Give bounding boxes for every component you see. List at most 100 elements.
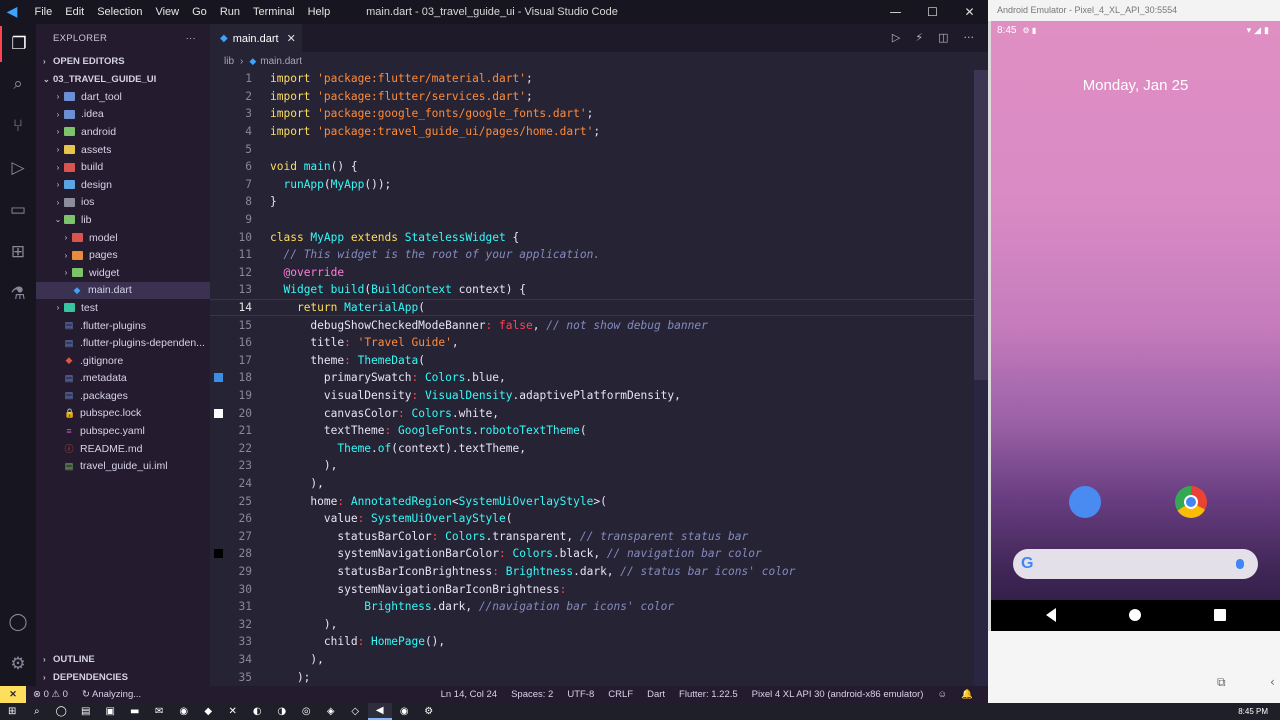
- code-line[interactable]: 15 debugShowCheckedModeBanner: false, //…: [210, 316, 974, 334]
- tree-item[interactable]: ▤ .metadata: [36, 370, 210, 388]
- home-icon[interactable]: [1129, 609, 1141, 621]
- open-editors-section[interactable]: › OPEN EDITORS: [36, 52, 210, 70]
- code-line[interactable]: 26 value: SystemUiOverlayStyle(: [210, 510, 974, 528]
- store-icon[interactable]: ▣: [98, 703, 123, 720]
- code-line[interactable]: 23 ),: [210, 457, 974, 475]
- cursor-position[interactable]: Ln 14, Col 24: [434, 689, 505, 700]
- flutter-version[interactable]: Flutter: 1.22.5: [672, 689, 745, 700]
- tree-item[interactable]: ⓘ README.md: [36, 440, 210, 458]
- windows-start-icon[interactable]: ⊞: [0, 703, 25, 720]
- code-line[interactable]: 16 title: 'Travel Guide',: [210, 334, 974, 352]
- code-line[interactable]: 34 ),: [210, 651, 974, 669]
- minimize-icon[interactable]: —: [877, 0, 914, 24]
- code-line[interactable]: 33 child: HomePage(),: [210, 633, 974, 651]
- extended-controls-icon[interactable]: ⧉: [1217, 675, 1233, 691]
- code-line[interactable]: 6 void main() {: [210, 158, 974, 176]
- indentation[interactable]: Spaces: 2: [504, 689, 560, 700]
- code-line[interactable]: 5: [210, 140, 974, 158]
- code-line[interactable]: 24 ),: [210, 475, 974, 493]
- code-line[interactable]: 7 runApp(MyApp());: [210, 176, 974, 194]
- gutter-marker[interactable]: [214, 373, 223, 383]
- breadcrumb-lib[interactable]: lib: [224, 56, 234, 67]
- problems-indicator[interactable]: ⊗ 0 ⚠ 0: [26, 689, 75, 700]
- code-line[interactable]: 19 visualDensity: VisualDensity.adaptive…: [210, 387, 974, 405]
- device-selector[interactable]: Pixel 4 XL API 30 (android-x86 emulator): [745, 689, 931, 700]
- close-icon[interactable]: ✕: [951, 0, 988, 24]
- code-line[interactable]: 13 Widget build(BuildContext context) {: [210, 281, 974, 299]
- scrollbar-thumb[interactable]: [974, 70, 988, 380]
- code-line[interactable]: 20 canvasColor: Colors.white,: [210, 404, 974, 422]
- back-icon[interactable]: [1046, 608, 1056, 622]
- menu-go[interactable]: Go: [186, 0, 214, 24]
- line-ending[interactable]: CRLF: [601, 689, 640, 700]
- code-line[interactable]: 4 import 'package:travel_guide_ui/pages/h…: [210, 123, 974, 141]
- code-line[interactable]: 28 systemNavigationBarColor: Colors.blac…: [210, 545, 974, 563]
- tree-item[interactable]: › model: [36, 229, 210, 247]
- chrome-app-icon[interactable]: [1175, 486, 1207, 518]
- code-line[interactable]: 32 ),: [210, 616, 974, 634]
- vscode-taskbar-icon[interactable]: ◀: [367, 703, 392, 720]
- menu-edit[interactable]: Edit: [59, 0, 91, 24]
- code-line[interactable]: 35 );: [210, 668, 974, 686]
- tree-item[interactable]: › ios: [36, 194, 210, 212]
- tree-item[interactable]: › pages: [36, 246, 210, 264]
- mail-icon[interactable]: ✉: [147, 703, 172, 720]
- tree-item[interactable]: › test: [36, 299, 210, 317]
- feedback-icon[interactable]: ☺: [930, 689, 954, 700]
- microphone-icon[interactable]: [1236, 559, 1244, 569]
- tree-item[interactable]: › dart_tool: [36, 88, 210, 106]
- search-icon[interactable]: ⌕: [25, 703, 50, 720]
- remote-indicator[interactable]: ✕: [0, 686, 26, 703]
- tree-item[interactable]: › widget: [36, 264, 210, 282]
- remote-explorer-icon[interactable]: ▭: [0, 192, 36, 228]
- tree-item[interactable]: › build: [36, 158, 210, 176]
- code-line[interactable]: 22 Theme.of(context).textTheme,: [210, 440, 974, 458]
- code-line[interactable]: 12 @override: [210, 264, 974, 282]
- breadcrumb-file[interactable]: main.dart: [260, 56, 302, 67]
- code-line[interactable]: 2 import 'package:flutter/services.dart';: [210, 88, 974, 106]
- more-actions-icon[interactable]: ···: [964, 31, 975, 44]
- code-line[interactable]: 21 textTheme: GoogleFonts.robotoTextThem…: [210, 422, 974, 440]
- tree-item[interactable]: › android: [36, 123, 210, 141]
- code-line[interactable]: 30 systemNavigationBarIconBrightness:: [210, 580, 974, 598]
- menu-run[interactable]: Run: [213, 0, 246, 24]
- explorer-icon[interactable]: ❐: [0, 26, 36, 62]
- google-search-bar[interactable]: G: [1013, 549, 1258, 579]
- app-icon[interactable]: ◑: [270, 703, 295, 720]
- phone-screen[interactable]: 8:45 ⚙ ▮ ▾◢▮ Monday, Jan 25 G: [991, 21, 1280, 631]
- code-line[interactable]: 1 import 'package:flutter/material.dart';: [210, 70, 974, 88]
- code-line[interactable]: 10 class MyApp extends StatelessWidget {: [210, 228, 974, 246]
- taskbar-clock[interactable]: 8:45 PM: [1238, 703, 1268, 720]
- code-line[interactable]: 11 // This widget is the root of your ap…: [210, 246, 974, 264]
- tab-main-dart[interactable]: ◆ main.dart ✕: [210, 24, 302, 52]
- tree-item[interactable]: › design: [36, 176, 210, 194]
- code-line[interactable]: 17 theme: ThemeData(: [210, 352, 974, 370]
- split-editor-icon[interactable]: ◫: [938, 31, 948, 44]
- menu-selection[interactable]: Selection: [91, 0, 149, 24]
- messages-app-icon[interactable]: [1069, 486, 1101, 518]
- task-view-icon[interactable]: ▤: [74, 703, 99, 720]
- tree-item[interactable]: ▤ .flutter-plugins-dependen...: [36, 334, 210, 352]
- file-explorer-icon[interactable]: ▬: [123, 703, 148, 720]
- code-line[interactable]: 9: [210, 211, 974, 229]
- tree-item[interactable]: › .idea: [36, 106, 210, 124]
- recents-icon[interactable]: [1214, 609, 1226, 621]
- android-studio-icon[interactable]: ◈: [319, 703, 344, 720]
- code-line[interactable]: 8}: [210, 193, 974, 211]
- maximize-icon[interactable]: ☐: [914, 0, 951, 24]
- testing-icon[interactable]: ⚗: [0, 276, 36, 312]
- menu-help[interactable]: Help: [301, 0, 337, 24]
- search-icon[interactable]: ⌕: [0, 66, 36, 102]
- extensions-icon[interactable]: ⊞: [0, 234, 36, 270]
- app-icon[interactable]: ⚙: [417, 703, 442, 720]
- source-control-icon[interactable]: ⑂: [0, 108, 36, 144]
- gutter-marker[interactable]: [214, 549, 223, 559]
- close-tab-icon[interactable]: ✕: [287, 32, 296, 45]
- code-line[interactable]: 14 return MaterialApp(: [210, 298, 974, 317]
- tree-item[interactable]: ◆ main.dart: [36, 281, 210, 300]
- menu-file[interactable]: File: [28, 0, 59, 24]
- tree-item[interactable]: ▤ .flutter-plugins: [36, 317, 210, 335]
- code-line[interactable]: 25 home: AnnotatedRegion<SystemUiOverlay…: [210, 492, 974, 510]
- gutter-marker[interactable]: [214, 408, 223, 418]
- cortana-icon[interactable]: ◯: [49, 703, 74, 720]
